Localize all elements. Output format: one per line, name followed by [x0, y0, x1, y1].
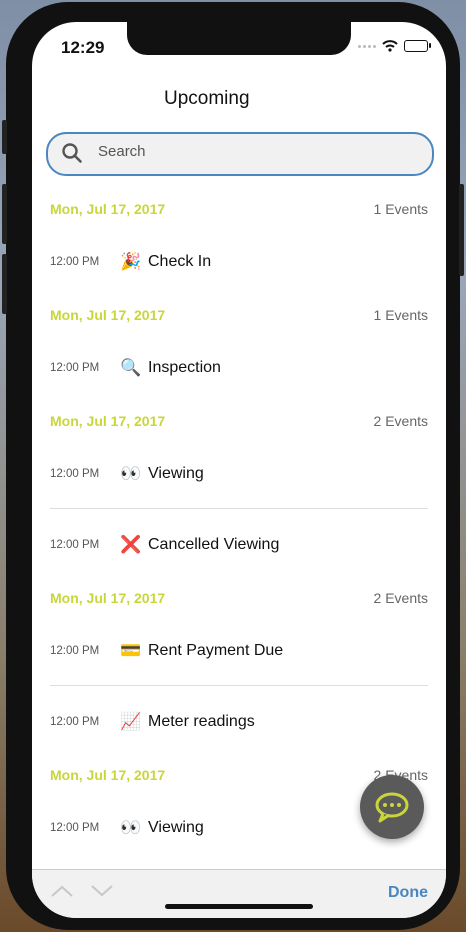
done-button[interactable]: Done — [388, 884, 428, 902]
volume-down-button — [2, 254, 7, 314]
search-icon — [62, 143, 82, 163]
status-icons — [358, 40, 431, 52]
app-screen: 12:29 Upcoming Mon, Jul 17, 2017 1 Event… — [32, 22, 446, 918]
chat-button[interactable] — [360, 775, 424, 839]
day-date: Mon, Jul 17, 2017 — [50, 200, 166, 217]
event-time: 12:00 PM — [50, 538, 100, 551]
event-list[interactable]: Mon, Jul 17, 2017 1 Events 12:00 PM 🎉 Ch… — [32, 182, 446, 854]
event-title: Viewing — [148, 464, 204, 482]
event-item[interactable]: 12:00 PM 👀 Viewing — [32, 447, 446, 500]
volume-up-button — [2, 184, 7, 244]
event-title: Rent Payment Due — [148, 641, 284, 659]
home-indicator — [165, 904, 313, 909]
event-time: 12:00 PM — [50, 821, 100, 834]
day-header: Mon, Jul 17, 2017 2 Events — [32, 571, 446, 624]
day-date: Mon, Jul 17, 2017 — [50, 589, 166, 606]
event-title: Meter readings — [148, 712, 255, 730]
day-event-count: 2 Events — [373, 589, 428, 606]
day-date: Mon, Jul 17, 2017 — [50, 306, 166, 323]
search-bar[interactable] — [46, 132, 434, 176]
day-event-count: 2 Events — [373, 412, 428, 429]
search-input[interactable] — [98, 143, 398, 160]
divider — [50, 685, 428, 686]
cross-mark-icon: ❌ — [120, 534, 142, 554]
keyboard-toolbar: Done — [32, 869, 446, 918]
signal-icon — [358, 44, 376, 48]
day-date: Mon, Jul 17, 2017 — [50, 766, 166, 783]
event-title: Viewing — [148, 818, 204, 836]
page-title: Upcoming — [164, 88, 250, 109]
status-time: 12:29 — [61, 38, 105, 57]
event-item[interactable]: 12:00 PM 💳 Rent Payment Due — [32, 624, 446, 677]
divider — [50, 508, 428, 509]
notch — [127, 22, 351, 55]
event-time: 12:00 PM — [50, 715, 100, 728]
phone-frame: 12:29 Upcoming Mon, Jul 17, 2017 1 Event… — [2, 2, 464, 930]
wifi-icon — [382, 40, 398, 52]
event-title: Check In — [148, 252, 212, 270]
chat-bubble-icon — [375, 792, 409, 823]
eyes-icon: 👀 — [120, 463, 142, 483]
power-button — [459, 184, 464, 276]
event-time: 12:00 PM — [50, 361, 100, 374]
mute-switch — [2, 120, 7, 154]
party-popper-icon: 🎉 — [120, 251, 142, 271]
magnifier-icon: 🔍 — [120, 357, 142, 377]
chart-increasing-icon: 📈 — [120, 711, 142, 731]
event-title: Cancelled Viewing — [148, 535, 280, 553]
event-time: 12:00 PM — [50, 255, 100, 268]
chevron-up-icon[interactable] — [50, 884, 74, 898]
event-item[interactable]: 12:00 PM ❌ Cancelled Viewing — [32, 518, 446, 571]
day-event-count: 1 Events — [373, 200, 428, 217]
event-item[interactable]: 12:00 PM 🔍 Inspection — [32, 341, 446, 394]
credit-card-icon: 💳 — [120, 640, 142, 660]
eyes-icon: 👀 — [120, 817, 142, 837]
day-header: Mon, Jul 17, 2017 2 Events — [32, 394, 446, 447]
chevron-down-icon[interactable] — [90, 884, 114, 898]
event-item[interactable]: 12:00 PM 📈 Meter readings — [32, 695, 446, 748]
day-header: Mon, Jul 17, 2017 1 Events — [32, 288, 446, 341]
event-item[interactable]: 12:00 PM 🎉 Check In — [32, 235, 446, 288]
day-date: Mon, Jul 17, 2017 — [50, 412, 166, 429]
battery-icon — [404, 40, 431, 52]
event-time: 12:00 PM — [50, 467, 100, 480]
day-event-count: 1 Events — [373, 306, 428, 323]
event-time: 12:00 PM — [50, 644, 100, 657]
day-header: Mon, Jul 17, 2017 1 Events — [32, 182, 446, 235]
event-title: Inspection — [148, 358, 221, 376]
